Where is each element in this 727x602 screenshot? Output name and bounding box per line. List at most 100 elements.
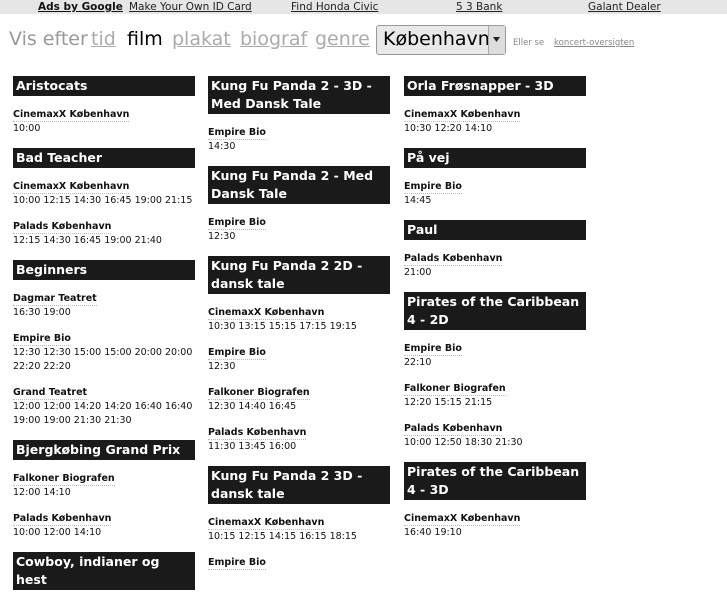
cinema-listing: Falkoner Biografen 12:00 14:10 xyxy=(13,466,195,500)
cinema-listing: Empire Bio 22:10 xyxy=(404,336,586,370)
movie-title[interactable]: Pirates of the Caribbean 4 - 3D xyxy=(404,462,586,500)
cinema-listing: Palads København 11:30 13:45 16:00 xyxy=(208,420,390,454)
cinema-name[interactable]: CinemaxX København xyxy=(208,306,325,320)
showtimes: 16:30 19:00 xyxy=(13,307,71,318)
ads-by-google-link[interactable]: Ads by Google xyxy=(38,0,123,14)
movie-item: Paul Palads København 21:00 xyxy=(404,220,586,280)
view-option-film[interactable]: film xyxy=(127,28,163,50)
view-option-genre[interactable]: genre xyxy=(315,28,370,50)
cinema-listing: Empire Bio 14:45 xyxy=(404,174,586,208)
cinema-listing: Palads København 21:00 xyxy=(404,246,586,280)
cinema-name[interactable]: Grand Teatret xyxy=(13,386,88,400)
showtimes: 12:20 15:15 21:15 xyxy=(404,397,493,408)
view-option-biograf[interactable]: biograf xyxy=(240,28,307,50)
city-select[interactable]: København xyxy=(376,25,506,55)
cinema-listing: CinemaxX København 10:00 xyxy=(13,102,195,136)
showtimes: 10:00 12:00 14:10 xyxy=(13,527,102,538)
cinema-name[interactable]: CinemaxX København xyxy=(208,516,325,530)
cinema-name[interactable]: Palads København xyxy=(404,252,503,266)
cinema-name[interactable]: CinemaxX København xyxy=(13,108,130,122)
cinema-name[interactable]: CinemaxX København xyxy=(404,512,521,526)
cinema-name[interactable]: Empire Bio xyxy=(404,180,462,194)
cinema-name[interactable]: Empire Bio xyxy=(208,346,266,360)
movie-title[interactable]: Kung Fu Panda 2 3D - dansk tale xyxy=(208,466,390,504)
movie-title[interactable]: Kung Fu Panda 2 2D - dansk tale xyxy=(208,256,390,294)
cinema-name[interactable]: CinemaxX København xyxy=(404,108,521,122)
showtimes: 10:00 xyxy=(13,123,41,134)
cinema-name[interactable]: Empire Bio xyxy=(13,332,71,346)
cinema-name[interactable]: Dagmar Teatret xyxy=(13,292,97,306)
cinema-listing: Empire Bio xyxy=(208,550,390,570)
view-option-plakat[interactable]: plakat xyxy=(172,28,231,50)
cinema-listing: Dagmar Teatret 16:30 19:00 xyxy=(13,286,195,320)
showtimes: 14:30 xyxy=(208,141,236,152)
ad-link-honda-civic[interactable]: Find Honda Civic xyxy=(291,0,378,14)
showtimes: 21:00 xyxy=(404,267,432,278)
cinema-listing: Palads København 10:00 12:50 18:30 21:30 xyxy=(404,416,586,450)
showtimes: 12:15 14:30 16:45 19:00 21:40 xyxy=(13,235,162,246)
movie-item: Kung Fu Panda 2 - Med Dansk Tale Empire B… xyxy=(208,166,390,244)
movie-item: Bjergkøbing Grand Prix Falkoner Biografen… xyxy=(13,440,195,540)
cinema-name[interactable]: Empire Bio xyxy=(208,556,266,570)
movie-title[interactable]: Bad Teacher xyxy=(13,148,195,168)
showtimes: 10:30 13:15 15:15 17:15 19:15 xyxy=(208,321,357,332)
ad-link-bank[interactable]: 5 3 Bank xyxy=(456,0,502,14)
movie-title[interactable]: Orla Frøsnapper - 3D xyxy=(404,76,586,96)
movie-title[interactable]: Kung Fu Panda 2 - 3D - Med Dansk Tale xyxy=(208,76,390,114)
cinema-name[interactable]: Falkoner Biografen xyxy=(208,386,310,400)
movie-title[interactable]: Aristocats xyxy=(13,76,195,96)
showtimes: 14:45 xyxy=(404,195,432,206)
city-select-arrow[interactable] xyxy=(488,26,505,54)
cinema-name[interactable]: Falkoner Biografen xyxy=(13,472,115,486)
showtimes: 12:00 14:10 xyxy=(13,487,71,498)
movie-title[interactable]: Paul xyxy=(404,220,586,240)
showtimes: 10:00 12:15 14:30 16:45 19:00 21:15 xyxy=(13,195,193,206)
showtimes: 12:30 12:30 15:00 15:00 20:00 20:00 22:2… xyxy=(13,347,193,372)
cinema-name[interactable]: CinemaxX København xyxy=(13,180,130,194)
showtimes: 10:30 12:20 14:10 xyxy=(404,123,493,134)
cinema-name[interactable]: Palads København xyxy=(13,512,112,526)
ad-link-id-card[interactable]: Make Your Own ID Card xyxy=(129,0,252,14)
view-by-label: Vis efter xyxy=(9,28,88,50)
movie-column-3: Orla Frøsnapper - 3D CinemaxX København 10… xyxy=(404,76,586,552)
cinema-name[interactable]: Falkoner Biografen xyxy=(404,382,506,396)
movie-item: Orla Frøsnapper - 3D CinemaxX København 10… xyxy=(404,76,586,136)
view-option-tid[interactable]: tid xyxy=(91,28,116,50)
movie-item: Kung Fu Panda 2 - 3D - Med Dansk Tale Emp… xyxy=(208,76,390,154)
cinema-name[interactable]: Empire Bio xyxy=(208,126,266,140)
movie-item: Kung Fu Panda 2 2D - dansk tale CinemaxX … xyxy=(208,256,390,454)
movie-title[interactable]: Cowboy, indianer og hest xyxy=(13,552,195,590)
movie-column-1: Aristocats CinemaxX København 10:00 Bad Tea… xyxy=(13,76,195,602)
movie-item: Pirates of the Caribbean 4 - 2D Empire Bi… xyxy=(404,292,586,450)
showtimes: 16:40 19:10 xyxy=(404,527,462,538)
movie-item: Kung Fu Panda 2 3D - dansk tale CinemaxX … xyxy=(208,466,390,570)
cinema-name[interactable]: Empire Bio xyxy=(404,342,462,356)
movie-title[interactable]: På vej xyxy=(404,148,586,168)
movie-title[interactable]: Beginners xyxy=(13,260,195,280)
cinema-name[interactable]: Palads København xyxy=(404,422,503,436)
cinema-name[interactable]: Palads København xyxy=(13,220,112,234)
movie-title[interactable]: Bjergkøbing Grand Prix xyxy=(13,440,195,460)
cinema-listing: Empire Bio 14:30 xyxy=(208,120,390,154)
concert-overview-link[interactable]: koncert-oversigten xyxy=(554,38,634,48)
movie-title[interactable]: Kung Fu Panda 2 - Med Dansk Tale xyxy=(208,166,390,204)
showtimes: 10:15 12:15 14:15 16:15 18:15 xyxy=(208,531,357,542)
movie-item: Aristocats CinemaxX København 10:00 xyxy=(13,76,195,136)
cinema-listing: Empire Bio 12:30 12:30 15:00 15:00 20:00 … xyxy=(13,326,195,374)
movie-item: Beginners Dagmar Teatret 16:30 19:00 Empire… xyxy=(13,260,195,428)
cinema-name[interactable]: Empire Bio xyxy=(208,216,266,230)
cinema-listing: Palads København 12:15 14:30 16:45 19:00 … xyxy=(13,214,195,248)
movie-item: På vej Empire Bio 14:45 xyxy=(404,148,586,208)
movie-title[interactable]: Pirates of the Caribbean 4 - 2D xyxy=(404,292,586,330)
ad-link-galant-dealer[interactable]: Galant Dealer xyxy=(588,0,661,14)
cinema-name[interactable]: Palads København xyxy=(208,426,307,440)
cinema-listing: CinemaxX København 10:30 13:15 15:15 17:1… xyxy=(208,300,390,334)
movie-item: Cowboy, indianer og hest xyxy=(13,552,195,590)
showtimes: 12:30 14:40 16:45 xyxy=(208,401,297,412)
cinema-listing: Palads København 10:00 12:00 14:10 xyxy=(13,506,195,540)
cinema-listing: CinemaxX København 10:30 12:20 14:10 xyxy=(404,102,586,136)
cinema-listing: Empire Bio 12:30 xyxy=(208,210,390,244)
chevron-down-icon xyxy=(493,37,500,42)
showtimes: 11:30 13:45 16:00 xyxy=(208,441,297,452)
showtimes: 10:00 12:50 18:30 21:30 xyxy=(404,437,523,448)
